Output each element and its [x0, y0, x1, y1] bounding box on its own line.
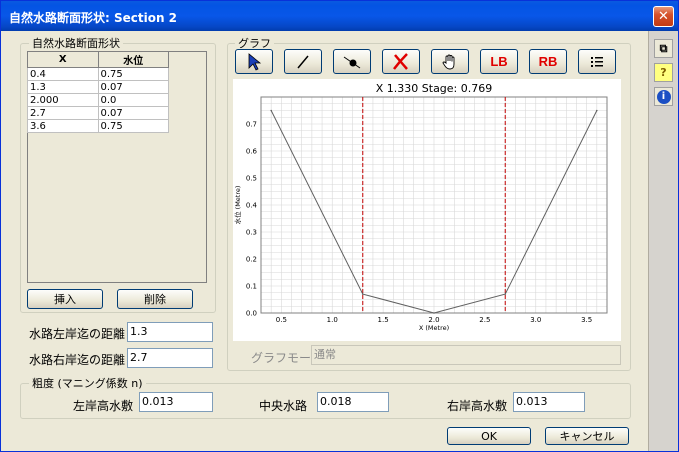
table-row[interactable]: 0.4 0.75 — [27, 67, 169, 81]
list-icon — [591, 56, 603, 67]
shape-group-title: 自然水路断面形状 — [29, 35, 123, 51]
graph-mode-input: 通常 — [311, 345, 621, 365]
grid-header-x[interactable]: X — [27, 51, 99, 68]
chart-area[interactable]: X 1.330 Stage: 0.769 0.5 1.0 1.5 2.0 2.5 3.0 3.… — [233, 79, 621, 341]
dialog-window: 自然水路断面形状: Section 2 ✕ ⧉ ? i 自然水路断面形状 X 水… — [0, 0, 679, 452]
left-overbank-input[interactable]: 0.013 — [139, 392, 213, 412]
y-tick-label: 0.6 — [246, 148, 258, 156]
select-tool-button[interactable] — [235, 49, 273, 74]
grid-cell[interactable]: 0.75 — [97, 67, 169, 81]
right-bank-tool-button[interactable]: RB — [529, 49, 567, 74]
pan-tool-button[interactable] — [431, 49, 469, 74]
cancel-button[interactable]: キャンセル — [545, 427, 629, 445]
grid-header-stage[interactable]: 水位 — [97, 51, 169, 68]
grid-cell[interactable]: 3.6 — [27, 119, 99, 133]
delete-button[interactable]: 削除 — [117, 289, 193, 309]
left-bank-tool-button[interactable]: LB — [480, 49, 518, 74]
title-bar[interactable]: 自然水路断面形状: Section 2 ✕ — [1, 1, 678, 31]
roughness-group-title: 粗度 (マニング係数 n) — [29, 375, 146, 391]
arrow-cursor-icon — [248, 52, 262, 71]
x-tick-label: 2.0 — [428, 316, 439, 324]
y-tick-label: 0.3 — [246, 229, 257, 237]
right-toolbar: ⧉ ? i — [648, 31, 678, 451]
info-button[interactable]: i — [654, 87, 673, 106]
help-button[interactable]: ? — [654, 63, 673, 82]
x-tick-label: 3.0 — [530, 316, 541, 324]
y-axis-label: 水位 (Metre) — [233, 186, 242, 225]
copy-icon: ⧉ — [659, 41, 668, 55]
help-icon: ? — [660, 66, 667, 79]
right-bank-label: 水路右岸迄の距離 — [29, 353, 126, 367]
insert-button[interactable]: 挿入 — [27, 289, 103, 309]
y-tick-label: 0.7 — [246, 121, 257, 129]
y-tick-label: 0.2 — [246, 256, 257, 264]
grid-cell[interactable]: 0.4 — [27, 67, 99, 81]
left-overbank-label: 左岸高水敷 — [73, 399, 134, 413]
line-tool-button[interactable] — [284, 49, 322, 74]
point-line-icon — [343, 56, 361, 68]
main-channel-label: 中央水路 — [259, 399, 308, 413]
red-x-icon — [393, 52, 408, 70]
data-point — [504, 293, 507, 295]
y-tick-label: 0.1 — [246, 283, 257, 291]
chart-title: X 1.330 Stage: 0.769 — [376, 82, 493, 95]
window-title: 自然水路断面形状: Section 2 — [9, 11, 178, 25]
shape-grid[interactable]: X 水位 0.4 0.75 1.3 0.07 2.000 0.0 2.7 0.07 3.… — [27, 51, 169, 133]
y-tick-label: 0.5 — [246, 175, 257, 183]
hand-icon — [442, 54, 455, 69]
delete-point-tool-button[interactable] — [382, 49, 420, 74]
grid-cell[interactable]: 2.000 — [27, 93, 99, 107]
left-bank-input[interactable]: 1.3 — [127, 322, 213, 342]
right-overbank-input[interactable]: 0.013 — [513, 392, 585, 412]
grid-cell[interactable]: 0.07 — [97, 106, 169, 120]
point-tool-button[interactable] — [333, 49, 371, 74]
lb-icon: LB — [490, 54, 508, 69]
x-tick-label: 0.5 — [276, 316, 287, 324]
data-point — [433, 312, 435, 314]
y-tick-label: 0.0 — [246, 310, 257, 318]
grid-cell[interactable]: 2.7 — [27, 106, 99, 120]
copy-button[interactable]: ⧉ — [654, 39, 673, 58]
left-bank-label: 水路左岸迄の距離 — [29, 327, 126, 341]
grid-cell[interactable]: 0.75 — [97, 119, 169, 133]
data-point — [270, 109, 272, 112]
ok-button[interactable]: OK — [447, 427, 531, 445]
y-tick-label: 0.4 — [246, 202, 258, 210]
grid-cell[interactable]: 0.0 — [97, 93, 169, 107]
right-bank-input[interactable]: 2.7 — [127, 348, 213, 368]
cross-section-chart[interactable]: X 1.330 Stage: 0.769 0.5 1.0 1.5 2.0 2.5 3.0 3.… — [233, 79, 621, 341]
main-channel-input[interactable]: 0.018 — [317, 392, 389, 412]
x-tick-label: 1.0 — [327, 316, 338, 324]
x-tick-label: 3.5 — [581, 316, 592, 324]
rb-icon: RB — [538, 54, 558, 69]
right-overbank-label: 右岸高水敷 — [447, 399, 508, 413]
grid-cell[interactable]: 0.07 — [97, 80, 169, 94]
table-row[interactable]: 2.000 0.0 — [27, 93, 169, 107]
data-point — [361, 293, 364, 295]
table-row[interactable]: 1.3 0.07 — [27, 80, 169, 94]
list-tool-button[interactable] — [578, 49, 616, 74]
table-row[interactable]: 2.7 0.07 — [27, 106, 169, 120]
table-row[interactable]: 3.6 0.75 — [27, 119, 169, 133]
info-icon: i — [656, 89, 671, 104]
grid-cell[interactable]: 1.3 — [27, 80, 99, 94]
x-axis-label: X (Metre) — [419, 324, 449, 332]
close-button[interactable]: ✕ — [653, 6, 674, 27]
data-point — [596, 109, 598, 112]
x-tick-label: 1.5 — [378, 316, 389, 324]
x-tick-label: 2.5 — [479, 316, 490, 324]
line-icon — [297, 55, 309, 68]
